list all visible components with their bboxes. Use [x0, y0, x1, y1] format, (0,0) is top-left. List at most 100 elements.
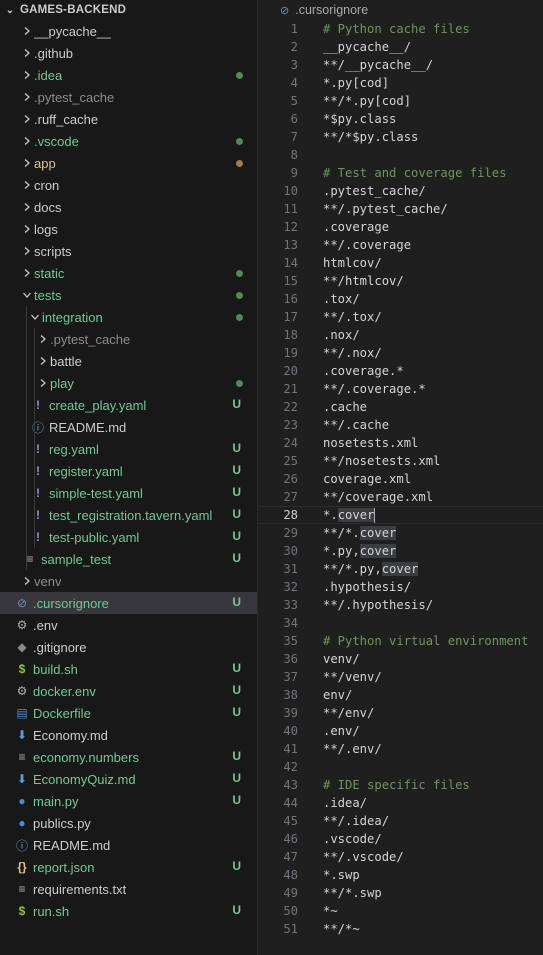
- file-item[interactable]: ≡ economy.numbers U: [0, 746, 257, 768]
- folder-item[interactable]: __pycache__: [0, 20, 257, 42]
- code-line[interactable]: 48 *.swp: [258, 866, 543, 884]
- folder-item[interactable]: cron: [0, 174, 257, 196]
- code-line[interactable]: 12 .coverage: [258, 218, 543, 236]
- code-area[interactable]: 1 # Python cache files 2 __pycache__/ 3 **/__…: [258, 20, 543, 938]
- code-line[interactable]: 41 **/.env/: [258, 740, 543, 758]
- folder-item[interactable]: .github: [0, 42, 257, 64]
- folder-item[interactable]: scripts: [0, 240, 257, 262]
- chevron-right-icon[interactable]: [20, 70, 34, 80]
- code-line[interactable]: 50 *~: [258, 902, 543, 920]
- file-item[interactable]: {} report.json U: [0, 856, 257, 878]
- code-line[interactable]: 23 **/.cache: [258, 416, 543, 434]
- chevron-right-icon[interactable]: [36, 356, 50, 366]
- file-item[interactable]: ! reg.yaml U: [0, 438, 257, 460]
- chevron-right-icon[interactable]: [20, 158, 34, 168]
- code-line[interactable]: 18 .nox/: [258, 326, 543, 344]
- code-line[interactable]: 32 .hypothesis/: [258, 578, 543, 596]
- code-line[interactable]: 11 **/.pytest_cache/: [258, 200, 543, 218]
- code-line[interactable]: 1 # Python cache files: [258, 20, 543, 38]
- file-item[interactable]: ⓘ README.md: [0, 416, 257, 438]
- chevron-right-icon[interactable]: [20, 268, 34, 278]
- folder-item[interactable]: static: [0, 262, 257, 284]
- file-item[interactable]: ≡ sample_test U: [0, 548, 257, 570]
- file-item[interactable]: ⬇ Economy.md: [0, 724, 257, 746]
- file-item[interactable]: ! test-public.yaml U: [0, 526, 257, 548]
- folder-item[interactable]: battle: [0, 350, 257, 372]
- chevron-right-icon[interactable]: [20, 92, 34, 102]
- chevron-right-icon[interactable]: [20, 136, 34, 146]
- folder-item[interactable]: .pytest_cache: [0, 328, 257, 350]
- code-line[interactable]: 27 **/coverage.xml: [258, 488, 543, 506]
- file-item[interactable]: ⚙ .env: [0, 614, 257, 636]
- file-item[interactable]: ▤ Dockerfile U: [0, 702, 257, 724]
- file-item[interactable]: ≡ requirements.txt: [0, 878, 257, 900]
- folder-item[interactable]: .idea: [0, 64, 257, 86]
- chevron-right-icon[interactable]: [20, 26, 34, 36]
- code-line[interactable]: 6 *$py.class: [258, 110, 543, 128]
- code-line[interactable]: 2 __pycache__/: [258, 38, 543, 56]
- code-line[interactable]: 47 **/.vscode/: [258, 848, 543, 866]
- code-line[interactable]: 35 # Python virtual environment: [258, 632, 543, 650]
- file-item[interactable]: $ build.sh U: [0, 658, 257, 680]
- folder-item[interactable]: docs: [0, 196, 257, 218]
- code-line[interactable]: 15 **/htmlcov/: [258, 272, 543, 290]
- code-line[interactable]: 38 env/: [258, 686, 543, 704]
- code-line[interactable]: 22 .cache: [258, 398, 543, 416]
- chevron-right-icon[interactable]: [20, 48, 34, 58]
- code-line[interactable]: 9 # Test and coverage files: [258, 164, 543, 182]
- code-line[interactable]: 19 **/.nox/: [258, 344, 543, 362]
- chevron-right-icon[interactable]: [36, 378, 50, 388]
- file-item[interactable]: ⬇ EconomyQuiz.md U: [0, 768, 257, 790]
- file-item[interactable]: ! simple-test.yaml U: [0, 482, 257, 504]
- file-item[interactable]: ⊘ .cursorignore U: [0, 592, 257, 614]
- chevron-right-icon[interactable]: [20, 224, 34, 234]
- code-line[interactable]: 44 .idea/: [258, 794, 543, 812]
- code-line[interactable]: 51 **/*~: [258, 920, 543, 938]
- file-item[interactable]: ! create_play.yaml U: [0, 394, 257, 416]
- code-line[interactable]: 43 # IDE specific files: [258, 776, 543, 794]
- folder-item[interactable]: venv: [0, 570, 257, 592]
- breadcrumb-file[interactable]: .cursorignore: [295, 3, 368, 17]
- explorer-header[interactable]: ⌄ GAMES-BACKEND: [0, 0, 257, 20]
- file-item[interactable]: $ run.sh U: [0, 900, 257, 922]
- code-line[interactable]: 36 venv/: [258, 650, 543, 668]
- code-line[interactable]: 39 **/env/: [258, 704, 543, 722]
- file-item[interactable]: ! register.yaml U: [0, 460, 257, 482]
- code-line[interactable]: 46 .vscode/: [258, 830, 543, 848]
- code-line[interactable]: 24 nosetests.xml: [258, 434, 543, 452]
- code-line[interactable]: 14 htmlcov/: [258, 254, 543, 272]
- chevron-right-icon[interactable]: [20, 180, 34, 190]
- code-line[interactable]: 10 .pytest_cache/: [258, 182, 543, 200]
- breadcrumb[interactable]: ⊘ .cursorignore: [258, 0, 543, 20]
- code-line[interactable]: 45 **/.idea/: [258, 812, 543, 830]
- code-line[interactable]: 40 .env/: [258, 722, 543, 740]
- folder-item[interactable]: .vscode: [0, 130, 257, 152]
- code-line[interactable]: 28 *.cover: [258, 506, 543, 524]
- code-line[interactable]: 25 **/nosetests.xml: [258, 452, 543, 470]
- code-line[interactable]: 37 **/venv/: [258, 668, 543, 686]
- folder-item[interactable]: app: [0, 152, 257, 174]
- code-line[interactable]: 3 **/__pycache__/: [258, 56, 543, 74]
- code-line[interactable]: 4 *.py[cod]: [258, 74, 543, 92]
- folder-item[interactable]: .ruff_cache: [0, 108, 257, 130]
- code-line[interactable]: 49 **/*.swp: [258, 884, 543, 902]
- code-line[interactable]: 16 .tox/: [258, 290, 543, 308]
- chevron-right-icon[interactable]: [36, 334, 50, 344]
- chevron-right-icon[interactable]: [20, 246, 34, 256]
- file-item[interactable]: ! test_registration.tavern.yaml U: [0, 504, 257, 526]
- code-line[interactable]: 20 .coverage.*: [258, 362, 543, 380]
- folder-item[interactable]: .pytest_cache: [0, 86, 257, 108]
- code-line[interactable]: 29 **/*.cover: [258, 524, 543, 542]
- code-line[interactable]: 8: [258, 146, 543, 164]
- file-item[interactable]: ◆ .gitignore: [0, 636, 257, 658]
- file-item[interactable]: ● publics.py: [0, 812, 257, 834]
- code-line[interactable]: 7 **/*$py.class: [258, 128, 543, 146]
- chevron-down-icon[interactable]: [28, 312, 42, 322]
- chevron-right-icon[interactable]: [20, 114, 34, 124]
- chevron-down-icon[interactable]: [20, 290, 34, 300]
- file-item[interactable]: ● main.py U: [0, 790, 257, 812]
- chevron-right-icon[interactable]: [20, 576, 34, 586]
- file-item[interactable]: ⓘ README.md: [0, 834, 257, 856]
- code-line[interactable]: 26 coverage.xml: [258, 470, 543, 488]
- code-line[interactable]: 42: [258, 758, 543, 776]
